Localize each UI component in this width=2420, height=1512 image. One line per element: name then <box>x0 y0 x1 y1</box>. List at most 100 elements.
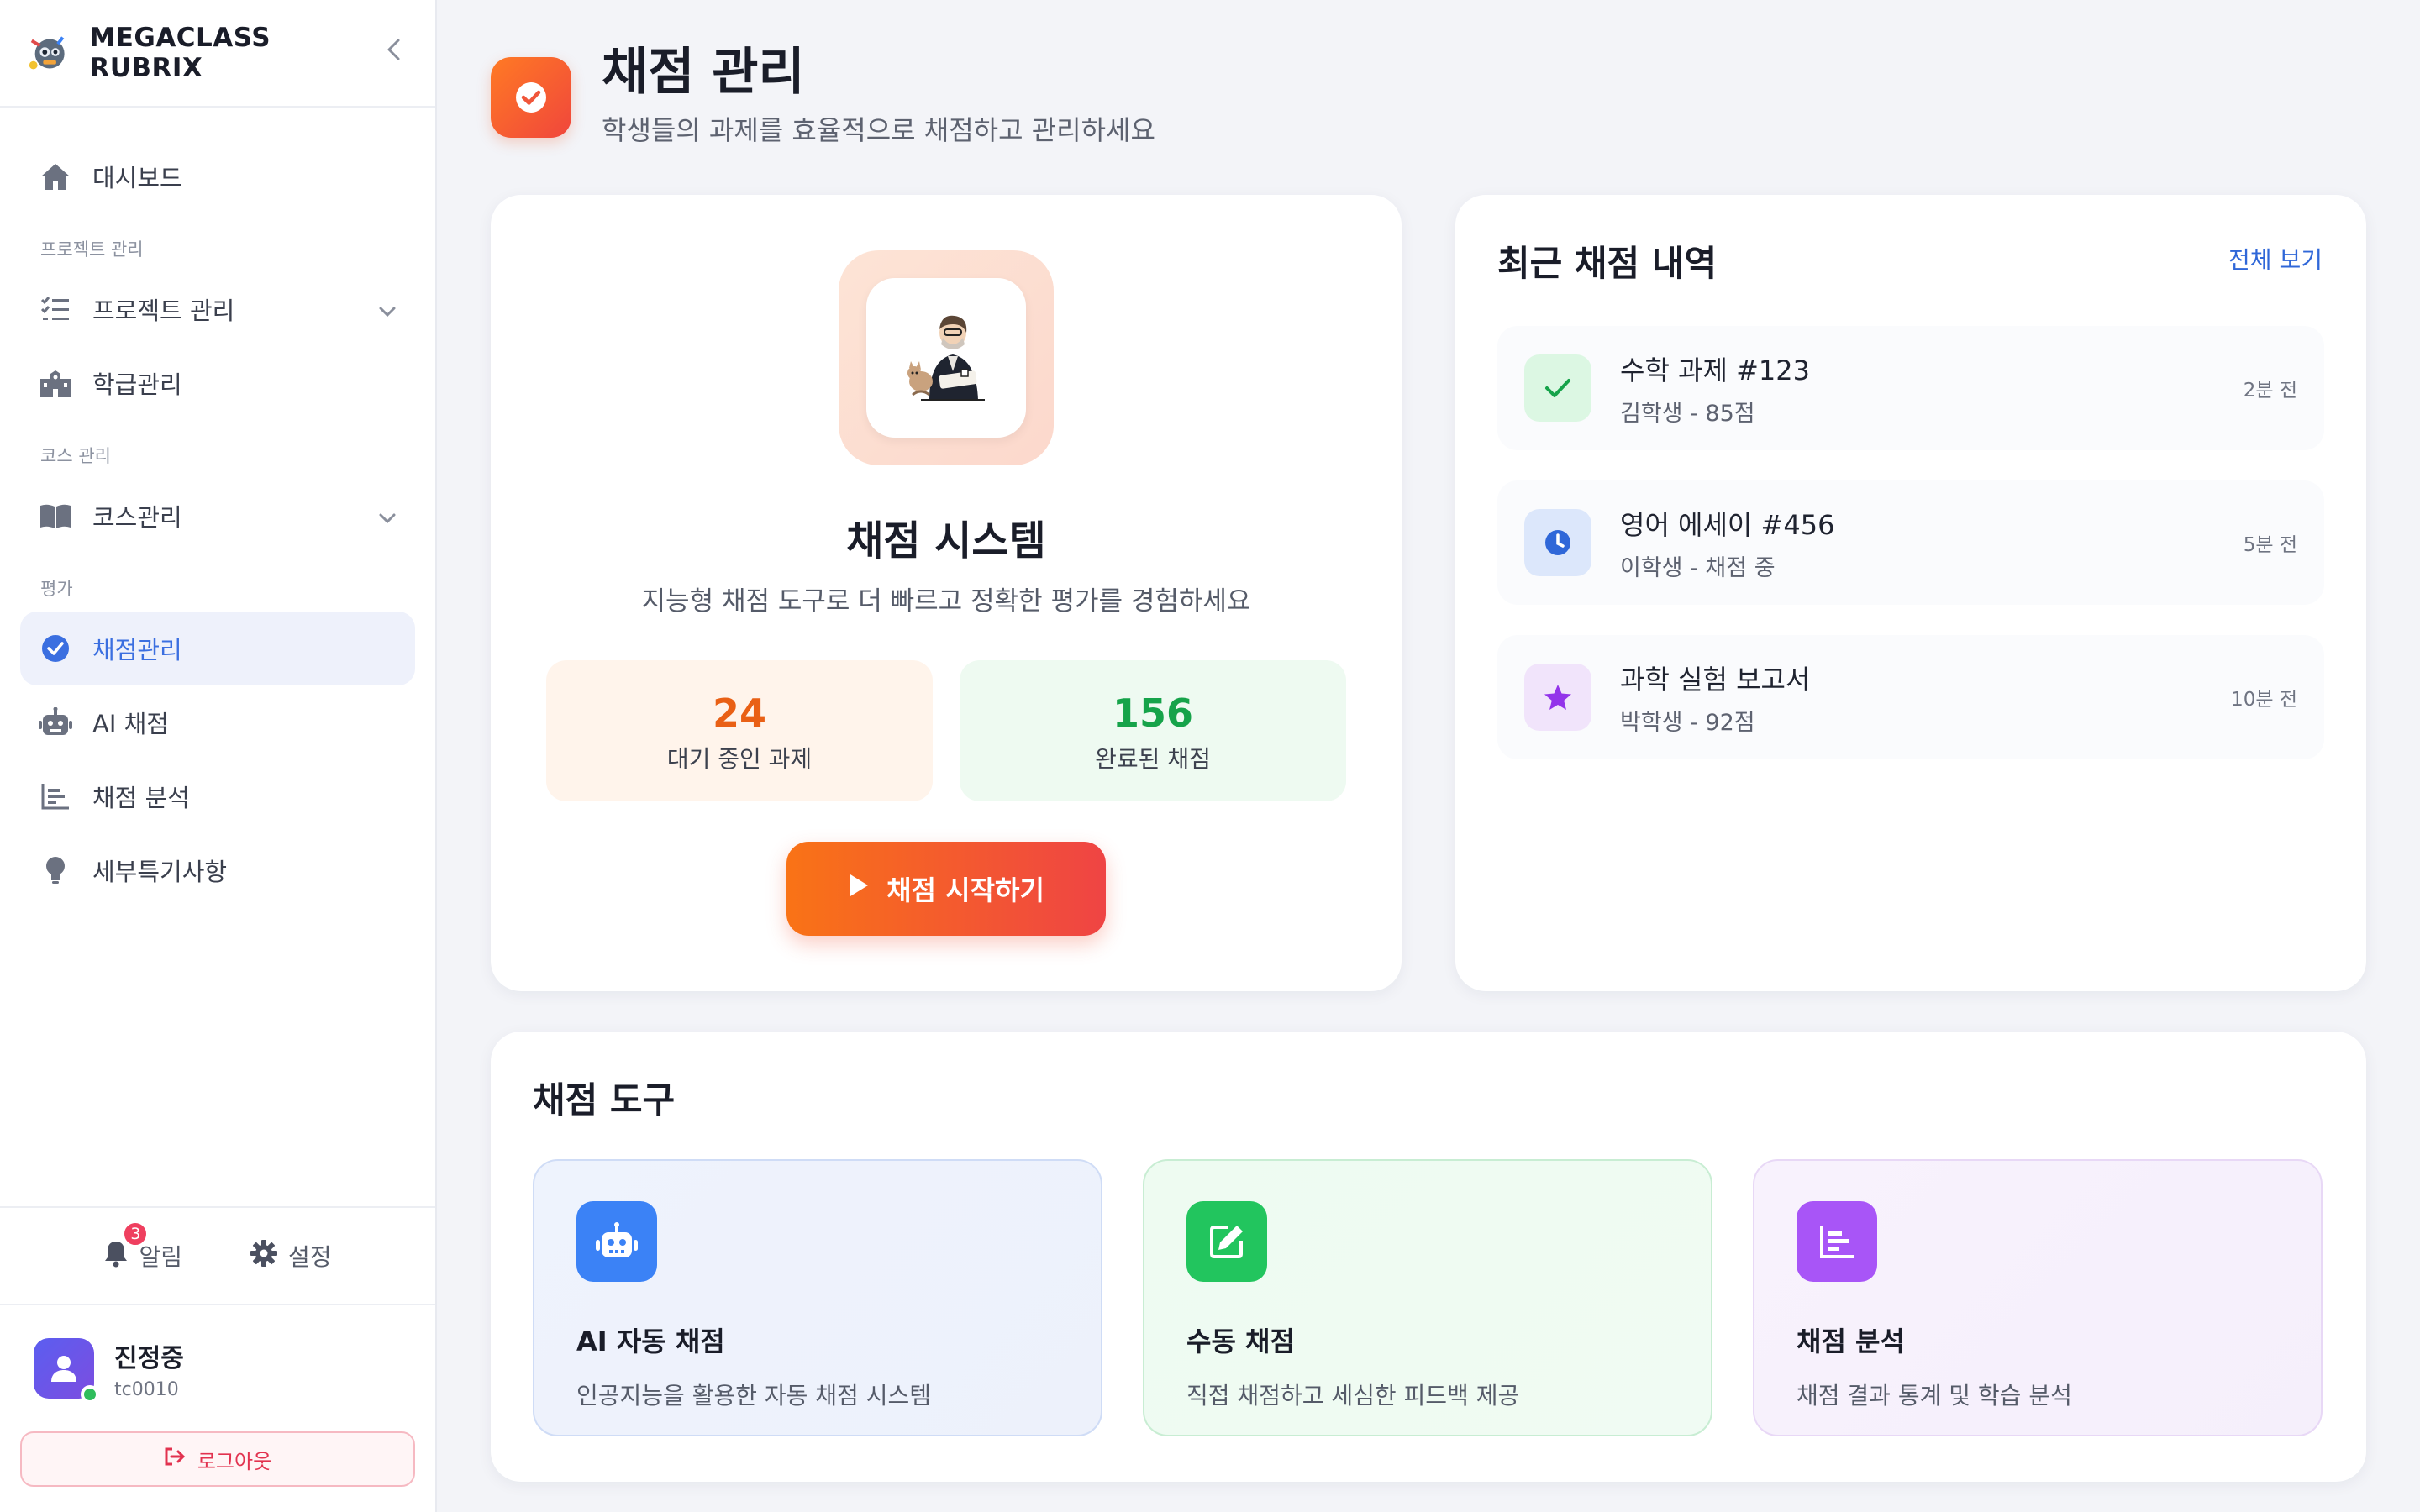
chart-icon <box>39 780 72 813</box>
check-circle-icon <box>39 632 72 665</box>
recent-item-subtitle: 박학생 - 92점 <box>1620 709 1755 736</box>
notification-count-badge: 3 <box>122 1220 150 1247</box>
nav-section-course: 코스 관리 <box>40 446 111 466</box>
pending-assignments-stat: 24 대기 중인 과제 <box>546 660 933 801</box>
teacher-illustration-icon <box>908 315 985 401</box>
recent-item-title: 수학 과제 #123 <box>1620 354 1810 386</box>
recent-item-subtitle: 이학생 - 채점 중 <box>1620 554 1776 581</box>
nav-section-eval: 평가 <box>40 579 73 599</box>
app-name: MEGACLASS RUBRIX <box>89 23 271 83</box>
recent-item-time: 2분 전 <box>2243 380 2297 402</box>
completed-count: 156 <box>1112 690 1194 736</box>
sidebar-item-label: 대시보드 <box>92 164 182 192</box>
hero-title: 채점 시스템 <box>846 517 1046 564</box>
tool-name: 수동 채점 <box>1186 1326 1295 1357</box>
robot-icon <box>39 706 72 739</box>
user-profile[interactable]: 진정중 tc0010 <box>0 1305 435 1431</box>
hero-illustration-frame <box>839 250 1054 465</box>
robot-icon <box>576 1201 657 1282</box>
sidebar-nav: 대시보드 프로젝트 관리 프로젝트 관리 학급관리 코스 관리 코스관리 평가 … <box>0 108 435 907</box>
brand-header: MEGACLASS RUBRIX <box>0 0 435 108</box>
user-icon <box>51 1356 76 1382</box>
settings-button[interactable]: 설정 <box>250 1239 332 1273</box>
sidebar-item-detail[interactable]: 세부특기사항 <box>20 833 415 907</box>
clock-icon <box>1524 509 1591 576</box>
gear-icon <box>250 1239 278 1273</box>
recent-grading-card: 최근 채점 내역 전체 보기 수학 과제 #123 김학생 - 85점 2분 전… <box>1455 195 2366 991</box>
hero-subtitle: 지능형 채점 도구로 더 빠르고 정확한 평가를 경험하세요 <box>641 586 1251 617</box>
grading-system-card: 채점 시스템 지능형 채점 도구로 더 빠르고 정확한 평가를 경험하세요 24… <box>491 195 1402 991</box>
completed-label: 완료된 채점 <box>1095 745 1211 773</box>
chevron-down-icon[interactable] <box>378 501 397 530</box>
avatar <box>34 1338 99 1404</box>
logo-icon <box>29 36 65 70</box>
recent-title: 최근 채점 내역 <box>1497 243 1718 284</box>
sidebar-item-dashboard[interactable]: 대시보드 <box>20 139 415 213</box>
sidebar-item-label: 세부특기사항 <box>92 858 228 886</box>
tool-ai-grading[interactable]: AI 자동 채점 인공지능을 활용한 자동 채점 시스템 <box>533 1159 1102 1436</box>
tool-name: AI 자동 채점 <box>576 1326 725 1357</box>
page-subtitle: 학생들의 과제를 효율적으로 채점하고 관리하세요 <box>602 114 1155 146</box>
start-grading-label: 채점 시작하기 <box>886 874 1044 906</box>
check-icon <box>1524 354 1591 422</box>
online-status-dot <box>81 1385 99 1404</box>
nav-section-project: 프로젝트 관리 <box>40 239 144 260</box>
edit-icon <box>1186 1201 1267 1282</box>
sidebar-item-ai[interactable]: AI 채점 <box>20 685 415 759</box>
list-item[interactable]: 과학 실험 보고서 박학생 - 92점 10분 전 <box>1497 635 2324 759</box>
page-header: 채점 관리 학생들의 과제를 효율적으로 채점하고 관리하세요 <box>491 47 1155 148</box>
list-check-icon <box>39 292 72 326</box>
recent-item-time: 10분 전 <box>2231 689 2297 711</box>
sidebar-item-class[interactable]: 학급관리 <box>20 346 415 420</box>
tool-description: 채점 결과 통계 및 학습 분석 <box>1797 1382 2072 1410</box>
sidebar-item-label: 코스관리 <box>92 503 182 532</box>
sidebar-footer: 3 알림 설정 진정중 tc0010 로그아웃 <box>0 1206 435 1512</box>
book-icon <box>39 499 72 533</box>
sidebar-item-analysis[interactable]: 채점 분석 <box>20 759 415 833</box>
recent-item-title: 영어 에세이 #456 <box>1620 508 1835 541</box>
notifications-label: 알림 <box>139 1243 182 1271</box>
user-name: 진정중 <box>114 1343 184 1373</box>
sidebar-item-grading[interactable]: 채점관리 <box>20 612 415 685</box>
sidebar-item-course[interactable]: 코스관리 <box>20 479 415 553</box>
recent-item-title: 과학 실험 보고서 <box>1620 663 1811 696</box>
grading-tools-card: 채점 도구 AI 자동 채점 인공지능을 활용한 자동 채점 시스템 수동 채점… <box>491 1032 2366 1482</box>
completed-grading-stat: 156 완료된 채점 <box>960 660 1346 801</box>
list-item[interactable]: 수학 과제 #123 김학생 - 85점 2분 전 <box>1497 326 2324 450</box>
start-grading-button[interactable]: 채점 시작하기 <box>786 842 1106 936</box>
chevron-down-icon[interactable] <box>378 295 397 323</box>
sidebar-item-label: 학급관리 <box>92 370 182 399</box>
bell-icon <box>103 1239 129 1273</box>
pending-count: 24 <box>712 690 766 736</box>
home-icon <box>39 160 72 193</box>
recent-item-time: 5분 전 <box>2243 534 2297 556</box>
tool-grading-analysis[interactable]: 채점 분석 채점 결과 통계 및 학습 분석 <box>1753 1159 2323 1436</box>
sidebar-item-label: 채점 분석 <box>92 784 190 812</box>
lightbulb-icon <box>39 853 72 887</box>
logout-button[interactable]: 로그아웃 <box>20 1431 415 1487</box>
tool-manual-grading[interactable]: 수동 채점 직접 채점하고 세심한 피드백 제공 <box>1143 1159 1712 1436</box>
settings-label: 설정 <box>288 1243 332 1271</box>
tool-description: 직접 채점하고 세심한 피드백 제공 <box>1186 1382 1520 1410</box>
sidebar: MEGACLASS RUBRIX 대시보드 프로젝트 관리 프로젝트 관리 학급… <box>0 0 437 1512</box>
sidebar-item-label: 프로젝트 관리 <box>92 297 235 325</box>
logout-label: 로그아웃 <box>197 1449 272 1473</box>
pending-label: 대기 중인 과제 <box>666 745 813 773</box>
tools-title: 채점 도구 <box>533 1079 676 1121</box>
user-id: tc0010 <box>114 1378 179 1400</box>
star-icon <box>1524 664 1591 731</box>
grading-check-icon <box>491 57 571 138</box>
sidebar-item-project[interactable]: 프로젝트 관리 <box>20 272 415 346</box>
view-all-link[interactable]: 전체 보기 <box>2228 242 2323 276</box>
chart-icon <box>1797 1201 1877 1282</box>
list-item[interactable]: 영어 에세이 #456 이학생 - 채점 중 5분 전 <box>1497 480 2324 605</box>
hero-illustration <box>866 278 1026 438</box>
collapse-sidebar-icon[interactable] <box>385 37 403 69</box>
notifications-button[interactable]: 3 알림 <box>103 1220 182 1273</box>
sidebar-item-label: 채점관리 <box>92 636 182 664</box>
play-icon <box>848 873 870 905</box>
tool-description: 인공지능을 활용한 자동 채점 시스템 <box>576 1382 932 1410</box>
page-title: 채점 관리 <box>602 43 805 102</box>
sidebar-item-label: AI 채점 <box>92 710 169 738</box>
school-icon <box>39 366 72 400</box>
